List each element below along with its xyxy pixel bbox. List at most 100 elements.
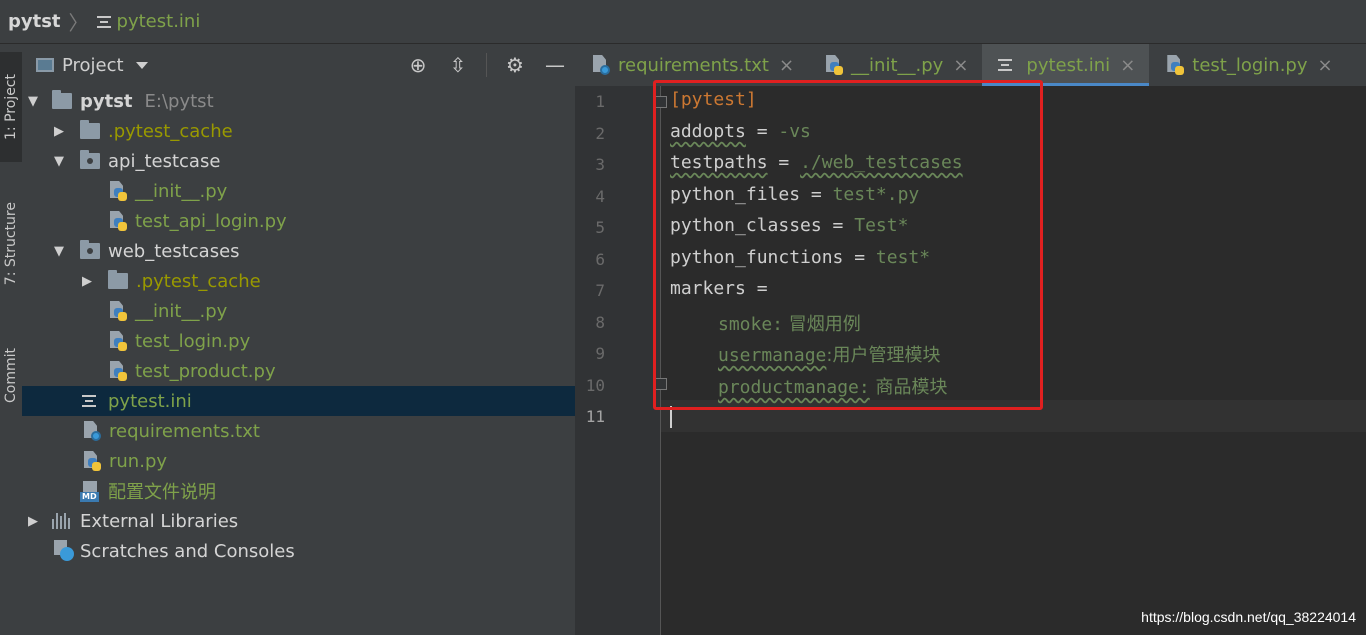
- line-number: 9: [595, 344, 605, 363]
- python-file-icon: [108, 331, 128, 351]
- tab-test-login-py[interactable]: test_login.py ×: [1149, 44, 1346, 86]
- collapsed-arrow-icon[interactable]: ▶: [50, 124, 68, 139]
- close-icon[interactable]: ×: [953, 55, 968, 76]
- ini-file-icon: [82, 394, 96, 408]
- project-tree: ▼ pytst E:\pytst ▶ .pytest_cache ▼ api_t…: [22, 86, 575, 566]
- minimize-icon[interactable]: —: [543, 53, 567, 77]
- tree-item-label: .pytest_cache: [136, 270, 261, 292]
- python-file-icon: [108, 301, 128, 321]
- tree-item-label: __init__.py: [135, 300, 228, 322]
- tree-item-requirements-txt[interactable]: requirements.txt: [22, 416, 575, 446]
- tab-structure-tool[interactable]: 7: Structure: [0, 184, 22, 304]
- tree-item-label: pytest.ini: [108, 390, 192, 412]
- python-file-icon: [108, 361, 128, 381]
- breadcrumb-file[interactable]: pytest.ini: [117, 11, 201, 32]
- expand-arrow-icon[interactable]: ▼: [50, 244, 68, 259]
- line-number: 1: [595, 92, 605, 111]
- tree-item-web-init-py[interactable]: __init__.py: [22, 296, 575, 326]
- tree-item-label: Scratches and Consoles: [80, 540, 295, 562]
- tree-item-label: test_api_login.py: [135, 210, 287, 232]
- line-number: 2: [595, 124, 605, 143]
- tree-item-label: requirements.txt: [109, 420, 260, 442]
- folder-icon: [80, 120, 100, 139]
- tree-item-label: 配置文件说明: [108, 482, 216, 503]
- collapsed-arrow-icon[interactable]: ▶: [78, 274, 96, 289]
- tab-label: pytest.ini: [1026, 54, 1111, 76]
- collapsed-arrow-icon[interactable]: ▶: [24, 514, 42, 529]
- tree-item-label: web_testcases: [108, 240, 240, 262]
- folder-icon: [52, 90, 72, 109]
- package-folder-icon: [80, 240, 100, 259]
- tab-label: test_login.py: [1192, 54, 1308, 76]
- chevron-down-icon[interactable]: [135, 61, 148, 69]
- tree-item-test-product-py[interactable]: test_product.py: [22, 356, 575, 386]
- tree-item-pytest-cache[interactable]: ▶ .pytest_cache: [22, 116, 575, 146]
- project-panel-header: Project ⊕ ⇳ ⚙ —: [22, 44, 575, 86]
- expand-arrow-icon[interactable]: ▼: [24, 94, 42, 109]
- project-panel: Project ⊕ ⇳ ⚙ — ▼ pytst E:\pytst ▶ .pyte…: [22, 44, 575, 635]
- toolbar-divider: [486, 53, 487, 77]
- markdown-file-icon: MD: [80, 481, 102, 502]
- tree-item-web-testcases[interactable]: ▼ web_testcases: [22, 236, 575, 266]
- line-number: 5: [595, 218, 605, 237]
- scratches-icon: [52, 540, 74, 562]
- tree-item-pytest-ini[interactable]: pytest.ini: [22, 386, 575, 416]
- tree-item-label: __init__.py: [135, 180, 228, 202]
- python-file-icon: [108, 181, 128, 201]
- tree-item-label: test_product.py: [135, 360, 276, 382]
- line-number: 11: [585, 407, 605, 426]
- tab-project-tool[interactable]: 1: Project: [0, 52, 22, 162]
- library-icon: [52, 513, 72, 529]
- close-icon[interactable]: ×: [779, 55, 794, 76]
- ini-file-icon: [96, 15, 111, 29]
- tree-item-api-testcase[interactable]: ▼ api_testcase: [22, 146, 575, 176]
- tree-item-path: E:\pytst: [144, 90, 214, 112]
- close-icon[interactable]: ×: [1318, 55, 1333, 76]
- line-number: 6: [595, 250, 605, 269]
- tree-item-label: api_testcase: [108, 150, 221, 172]
- tree-item-label: run.py: [109, 450, 168, 472]
- tree-item-label: External Libraries: [80, 510, 239, 532]
- highlight-annotation-box: [653, 80, 1043, 410]
- tab-label: __init__.py: [851, 54, 944, 76]
- line-number: 4: [595, 187, 605, 206]
- tree-item-label: pytst: [80, 90, 133, 112]
- line-number: 7: [595, 281, 605, 300]
- line-number: 8: [595, 313, 605, 332]
- collapse-all-icon[interactable]: ⇳: [446, 53, 470, 77]
- python-file-icon: [1165, 55, 1185, 75]
- python-file-icon: [82, 451, 102, 471]
- tree-item-external-libraries[interactable]: ▶ External Libraries: [22, 506, 575, 536]
- tab-commit-tool[interactable]: Commit: [0, 330, 22, 420]
- close-icon[interactable]: ×: [1120, 55, 1135, 76]
- tree-item-test-api-login-py[interactable]: test_api_login.py: [22, 206, 575, 236]
- tree-item-test-login-py[interactable]: test_login.py: [22, 326, 575, 356]
- line-number: 10: [585, 376, 605, 395]
- tree-item-api-init-py[interactable]: __init__.py: [22, 176, 575, 206]
- gear-icon[interactable]: ⚙: [503, 53, 527, 77]
- breadcrumb-project[interactable]: pytst: [8, 11, 61, 32]
- tree-item-label: .pytest_cache: [108, 120, 233, 142]
- ini-file-icon: [998, 58, 1013, 72]
- tree-item-run-py[interactable]: run.py: [22, 446, 575, 476]
- line-number: 3: [595, 155, 605, 174]
- tree-item-config-readme[interactable]: MD 配置文件说明: [22, 476, 575, 506]
- tab-label: requirements.txt: [618, 54, 769, 76]
- locate-target-icon[interactable]: ⊕: [406, 53, 430, 77]
- python-file-icon: [108, 211, 128, 231]
- watermark: https://blog.csdn.net/qq_38224014: [1141, 609, 1356, 625]
- project-view-selector[interactable]: Project: [62, 55, 124, 76]
- tool-window-strip: 1: Project 7: Structure Commit: [0, 44, 23, 635]
- tree-item-web-pytest-cache[interactable]: ▶ .pytest_cache: [22, 266, 575, 296]
- breadcrumb-separator: 〉: [68, 11, 89, 35]
- tree-item-project-root[interactable]: ▼ pytst E:\pytst: [22, 86, 575, 116]
- expand-arrow-icon[interactable]: ▼: [50, 154, 68, 169]
- package-folder-icon: [80, 150, 100, 169]
- folder-icon: [108, 270, 128, 289]
- tree-item-scratches[interactable]: Scratches and Consoles: [22, 536, 575, 566]
- text-file-icon: [591, 55, 611, 75]
- navigation-bar: pytst 〉 pytest.ini: [0, 0, 1366, 44]
- text-file-icon: [82, 421, 102, 441]
- project-view-icon: [36, 58, 54, 72]
- tree-item-label: test_login.py: [135, 330, 251, 352]
